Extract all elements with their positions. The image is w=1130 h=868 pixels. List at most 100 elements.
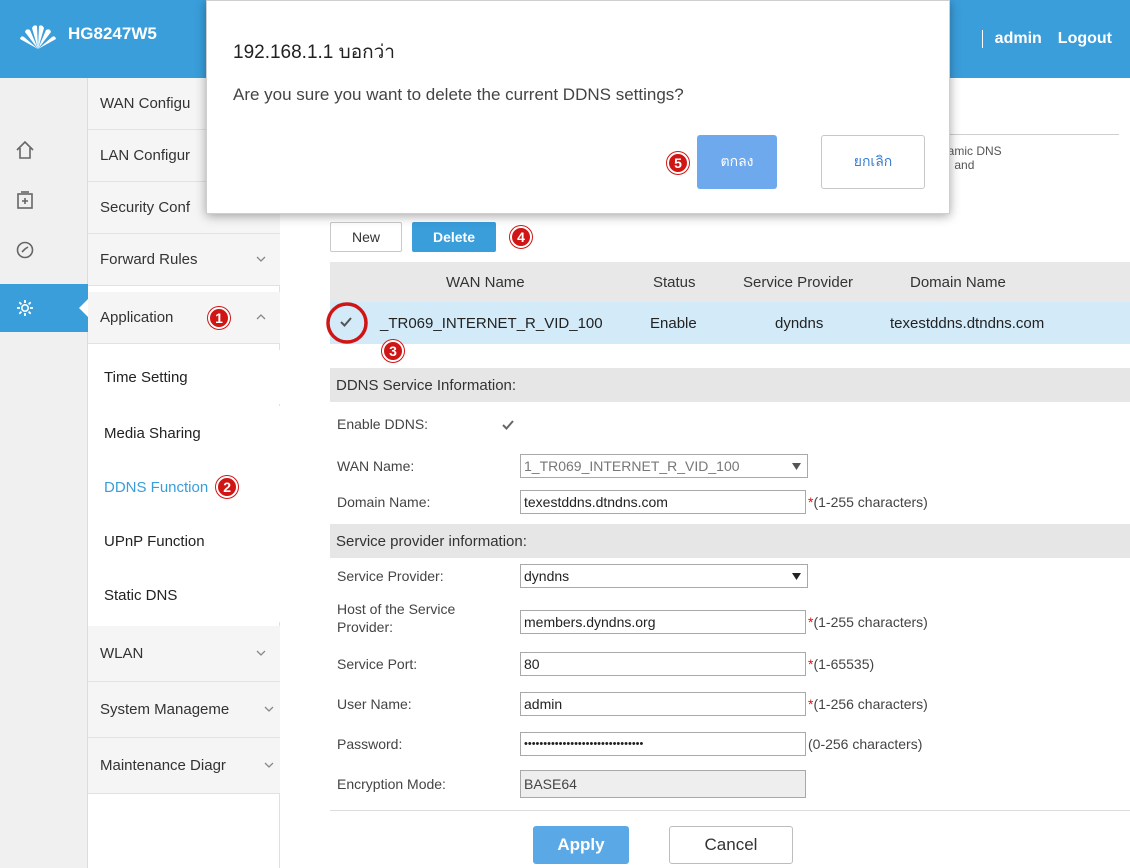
host-input[interactable]: members.dyndns.org (520, 610, 806, 634)
menu-label: System Manageme (100, 701, 230, 718)
header-separator (981, 30, 983, 48)
hint-text: (1-65535) (813, 656, 875, 672)
gear-icon (17, 300, 33, 316)
annotation-badge-5: 5 (667, 152, 689, 174)
dialog-cancel-button[interactable]: ยกเลิก (821, 135, 925, 189)
encryption-mode-label: Encryption Mode: (337, 776, 446, 792)
service-provider-value: dyndns (524, 568, 570, 584)
chevron-up-icon (256, 314, 266, 320)
table-row[interactable]: _TR069_INTERNET_R_VID_100 Enable dyndns … (326, 302, 1130, 344)
menu-label: Maintenance Diagr (100, 757, 226, 774)
chevron-down-icon (256, 256, 266, 262)
menu-label: WAN Configu (100, 95, 191, 112)
menu-label: Security Conf (100, 199, 191, 216)
delete-button[interactable]: Delete (412, 222, 496, 252)
chevron-down-icon (256, 650, 266, 656)
page-description: namic DNS e, and (941, 144, 1002, 172)
device-model: HG8247W5 (68, 24, 157, 43)
menu-label: WLAN (100, 645, 144, 662)
service-port-hint: *(1-65535) (808, 656, 875, 672)
hint-text: (1-255 characters) (813, 614, 928, 630)
logout-link[interactable]: Logout (1058, 30, 1112, 48)
icon-rail (0, 78, 89, 868)
column-header-status: Status (653, 273, 696, 291)
service-port-label: Service Port: (337, 656, 418, 672)
wan-name-label: WAN Name: (337, 458, 415, 474)
annotation-badge-1: 1 (208, 307, 230, 329)
new-button[interactable]: New (330, 222, 402, 252)
host-hint: *(1-255 characters) (808, 614, 928, 630)
sub-item-static-dns[interactable]: Static DNS (88, 568, 280, 622)
hint-text: (1-256 characters) (813, 696, 928, 712)
host-label-line: Host of the Service (337, 601, 456, 617)
highlight-circle-icon (326, 302, 368, 344)
password-input[interactable]: ••••••••••••••••••••••••••••••• (520, 732, 806, 756)
annotation-badge-4: 4 (510, 226, 532, 248)
rail-item-add[interactable] (0, 176, 88, 224)
cancel-button[interactable]: Cancel (669, 826, 793, 864)
domain-name-input[interactable]: texestddns.dtndns.com (520, 490, 806, 514)
huawei-logo-icon (20, 25, 56, 49)
menu-item-wlan[interactable]: WLAN (88, 626, 280, 682)
add-box-icon (17, 191, 33, 209)
hint-text: (1-255 characters) (813, 494, 928, 510)
dialog-ok-button[interactable]: ตกลง (697, 135, 777, 189)
row-provider: dyndns (775, 314, 824, 332)
user-name-label: User Name: (337, 696, 412, 712)
domain-name-hint: *(1-255 characters) (808, 494, 928, 510)
host-label-line: Provider: (337, 619, 394, 635)
sub-item-time-setting[interactable]: Time Setting (88, 350, 280, 404)
sub-item-media-sharing[interactable]: Media Sharing (88, 406, 280, 460)
domain-name-label: Domain Name: (337, 494, 431, 510)
password-label: Password: (337, 736, 403, 752)
column-header-domain-name: Domain Name (910, 273, 1006, 291)
menu-item-application[interactable]: Application 1 (88, 292, 280, 344)
rail-item-home[interactable] (0, 126, 88, 174)
section-ddns-service-info: DDNS Service Information: (330, 368, 1130, 402)
service-port-input[interactable]: 80 (520, 652, 806, 676)
rail-item-status[interactable] (0, 226, 88, 274)
apply-button[interactable]: Apply (533, 826, 629, 864)
table-header: WAN Name Status Service Provider Domain … (330, 262, 1130, 302)
menu-label: Application (100, 309, 174, 326)
dialog-message: Are you sure you want to delete the curr… (233, 85, 684, 104)
ddns-table: WAN Name Status Service Provider Domain … (326, 262, 1130, 344)
home-icon (16, 140, 34, 159)
dropdown-arrow-icon (792, 463, 801, 470)
chevron-down-icon (264, 762, 274, 768)
menu-item-system-management[interactable]: System Manageme (88, 682, 280, 738)
enable-ddns-checkbox[interactable] (501, 418, 515, 432)
gauge-icon (16, 241, 34, 259)
column-header-wan-name: WAN Name (446, 273, 525, 291)
menu-label: LAN Configur (100, 147, 191, 164)
sub-item-upnp-function[interactable]: UPnP Function (88, 514, 280, 568)
user-name: admin (994, 30, 1042, 47)
host-label: Host of the Service Provider: (337, 600, 455, 636)
sub-item-ddns-function[interactable]: DDNS Function 2 (88, 460, 280, 514)
row-domain: texestddns.dtndns.com (890, 314, 1045, 332)
divider (330, 810, 1130, 811)
wan-name-select[interactable]: 1_TR069_INTERNET_R_VID_100 (520, 454, 808, 478)
enable-ddns-label: Enable DDNS: (337, 416, 429, 432)
menu-item-maintenance[interactable]: Maintenance Diagr (88, 738, 280, 794)
annotation-badge-3: 3 (382, 340, 404, 362)
dropdown-arrow-icon (792, 573, 801, 580)
column-header-service-provider: Service Provider (743, 273, 854, 291)
section-service-provider-info: Service provider information: (330, 524, 1130, 558)
menu-item-forward-rules[interactable]: Forward Rules (88, 234, 280, 286)
user-name-hint: *(1-256 characters) (808, 696, 928, 712)
encryption-mode-field: BASE64 (520, 770, 806, 798)
service-provider-label: Service Provider: (337, 568, 444, 584)
chevron-down-icon (264, 706, 274, 712)
description-line: namic DNS (941, 144, 1002, 158)
user-name-input[interactable]: admin (520, 692, 806, 716)
password-hint: (0-256 characters) (808, 736, 923, 752)
user-area: admin Logout (981, 30, 1112, 48)
wan-name-value: 1_TR069_INTERNET_R_VID_100 (524, 458, 740, 474)
description-line: e, and (941, 158, 975, 172)
service-provider-select[interactable]: dyndns (520, 564, 808, 588)
row-status: Enable (650, 314, 697, 332)
annotation-badge-2: 2 (216, 476, 239, 498)
rail-item-advanced[interactable] (0, 284, 89, 332)
sub-item-label: DDNS Function (104, 478, 209, 496)
